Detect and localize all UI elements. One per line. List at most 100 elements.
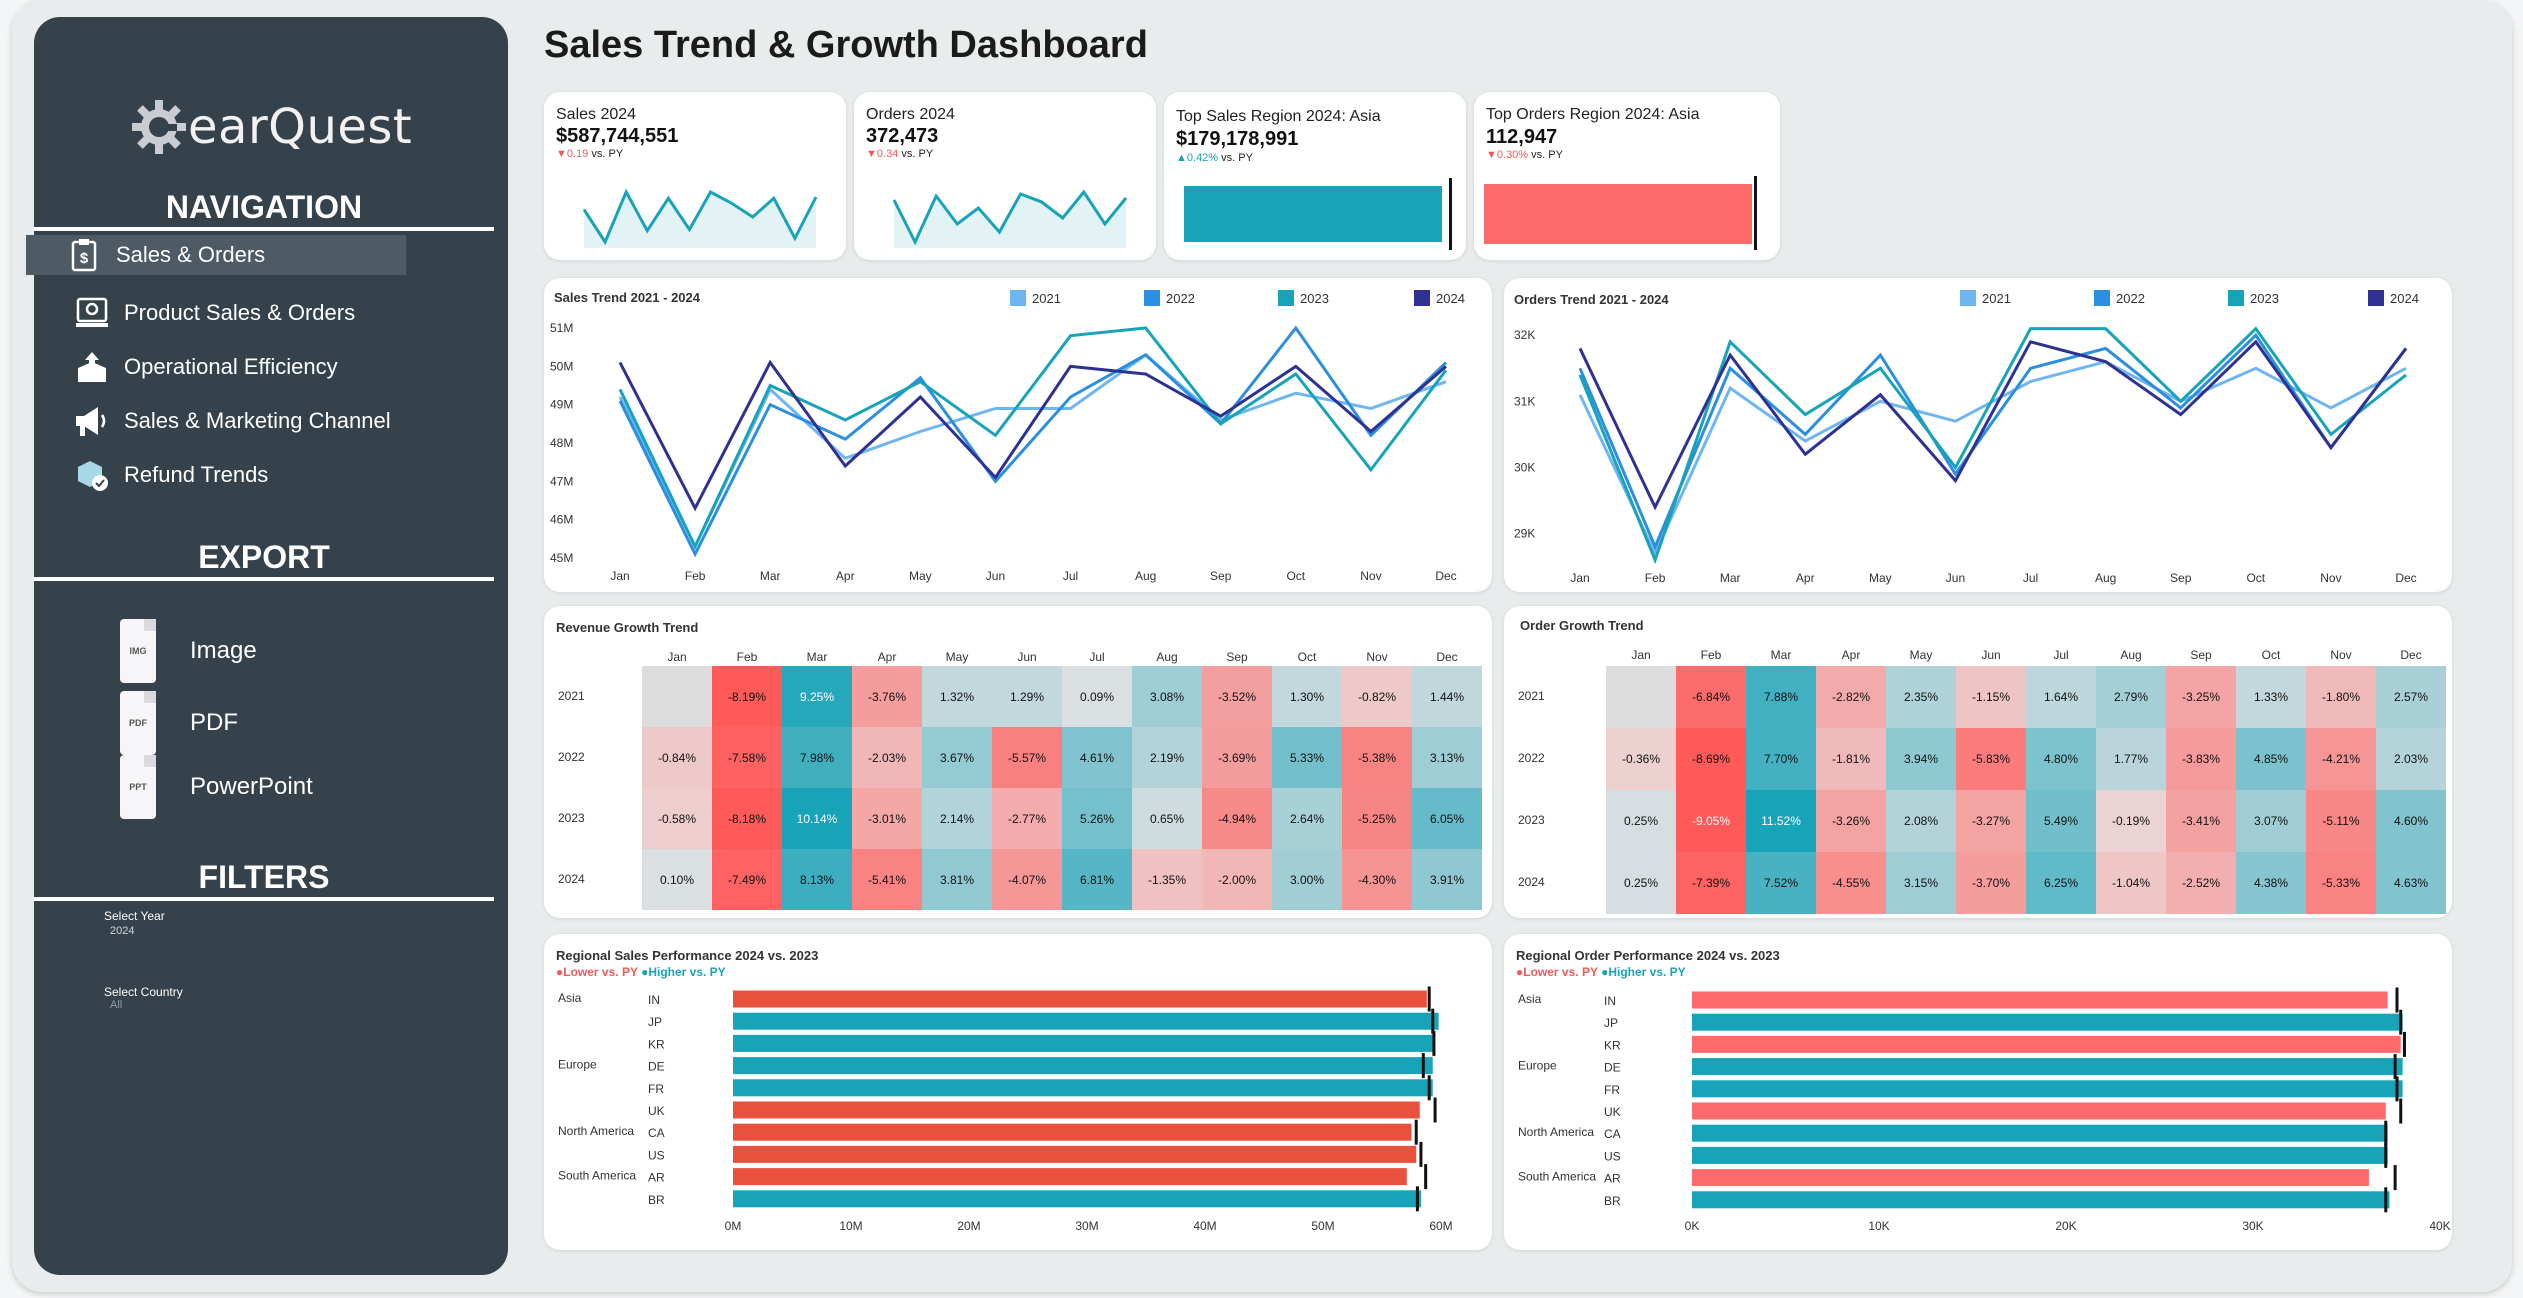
- y-tick-label: 30K: [1514, 460, 1535, 474]
- country-label: DE: [648, 1060, 665, 1074]
- heatmap-row-label: 2023: [1518, 813, 1545, 827]
- heatmap-cell: -8.19%: [712, 666, 782, 727]
- heatmap-row-label: 2022: [558, 749, 585, 764]
- country-label: UK: [648, 1104, 665, 1118]
- country-label: AR: [1604, 1172, 1621, 1186]
- x-tick-label: 10M: [839, 1219, 862, 1233]
- nav-label: Product Sales & Orders: [124, 300, 356, 325]
- country-label: CA: [648, 1126, 665, 1140]
- region-label: South America: [1518, 1170, 1596, 1184]
- heatmap-cell: -5.11%: [2306, 790, 2376, 852]
- heatmap-column-label: Mar: [1770, 648, 1792, 662]
- x-tick-label: 30K: [2242, 1219, 2263, 1233]
- nav-sales-marketing-channel[interactable]: Sales & Marketing Channel: [74, 401, 391, 441]
- y-tick-label: 50M: [550, 359, 573, 373]
- x-tick-label: Nov: [2320, 571, 2341, 585]
- heatmap-cell: 3.91%: [1412, 849, 1482, 910]
- country-label: DE: [1604, 1061, 1621, 1075]
- kpi-delta-value: 0.30%: [1496, 149, 1529, 161]
- heatmap-column-label: Aug: [2120, 648, 2142, 662]
- refund-icon: [74, 457, 110, 493]
- heatmap-cell: -1.15%: [1956, 666, 2026, 728]
- heatmap-cell: 0.65%: [1132, 788, 1202, 849]
- x-tick-label: Apr: [836, 569, 855, 583]
- legend-label: 2024: [1436, 291, 1465, 306]
- heatmap-cell: 2.08%: [1886, 790, 1956, 852]
- heatmap-cell: 2.79%: [2096, 666, 2166, 728]
- heatmap-column-label: Feb: [736, 650, 758, 664]
- y-tick-label: 47M: [550, 474, 573, 488]
- x-tick-label: Sep: [1210, 569, 1232, 583]
- x-tick-label: Mar: [760, 569, 781, 583]
- x-tick-label: 20M: [957, 1219, 980, 1233]
- year-filter-value[interactable]: 2024: [110, 925, 134, 937]
- nav-product-sales-orders[interactable]: Product Sales & Orders: [74, 293, 355, 333]
- x-tick-label: Aug: [1135, 569, 1156, 583]
- country-label: CA: [1604, 1127, 1621, 1141]
- heatmap-row-label: 2021: [1518, 689, 1545, 703]
- heatmap-cell: -3.69%: [1202, 727, 1272, 788]
- legend-label: 2021: [1032, 291, 1061, 306]
- prior-year-marker: [2395, 987, 2399, 1013]
- heatmap-cell: -8.18%: [712, 788, 782, 849]
- bar-IN: [733, 990, 1427, 1008]
- heatmap-cell: -2.52%: [2166, 852, 2236, 914]
- heatmap-cell: 0.09%: [1062, 666, 1132, 727]
- country-label: IN: [648, 993, 660, 1007]
- ppt-file-icon: PPT: [120, 755, 156, 819]
- filters-divider: [34, 897, 494, 901]
- x-tick-label: 20K: [2055, 1219, 2076, 1233]
- heatmap-cell: 0.10%: [642, 849, 712, 910]
- heatmap-cell: -9.05%: [1676, 790, 1746, 852]
- kpi-progress-bar: [1184, 186, 1443, 242]
- heatmap-cell: -1.35%: [1132, 849, 1202, 910]
- legend-label: 2022: [2116, 291, 2145, 306]
- x-tick-label: Feb: [685, 569, 706, 583]
- heatmap-cell: 0.25%: [1606, 852, 1676, 914]
- country-filter-value[interactable]: All: [110, 999, 122, 1011]
- kpi-sparkline: [892, 189, 1128, 248]
- heatmap-cell: -5.41%: [852, 849, 922, 910]
- heatmap-row-label: 2024: [1518, 875, 1545, 889]
- region-label: South America: [558, 1169, 636, 1183]
- prior-year-marker: [2384, 1120, 2388, 1146]
- export-pdf-button[interactable]: PDF PDF: [120, 691, 238, 755]
- brand-logo: earQuest: [130, 77, 412, 177]
- heatmap-cell: -8.69%: [1676, 728, 1746, 790]
- x-tick-label: 40M: [1193, 1219, 1216, 1233]
- region-label: Europe: [1518, 1059, 1557, 1073]
- sales-trend-chart: 45M 46M 47M 48M 49M 50M 51M Jan Feb Mar Apr May Jun J…: [550, 290, 1465, 583]
- x-tick-label: Jan: [1570, 571, 1589, 585]
- heatmap-cell: 2.35%: [1886, 666, 1956, 728]
- heatmap-column-label: Aug: [1156, 650, 1178, 664]
- heatmap-cell: 11.52%: [1746, 790, 1816, 852]
- export-image-button[interactable]: IMG Image: [120, 619, 257, 683]
- legend-label: 2021: [1982, 291, 2011, 306]
- heatmap-cell: -0.58%: [642, 788, 712, 849]
- heatmap-cell: -5.83%: [1956, 728, 2026, 790]
- product-icon: [74, 295, 110, 331]
- heatmap-cell: -1.04%: [2096, 852, 2166, 914]
- kpi-value: $179,178,991: [1176, 128, 1299, 150]
- down-arrow-icon: ▼: [1486, 149, 1497, 161]
- bar-AR: [733, 1168, 1407, 1186]
- heatmap-cell: 1.77%: [2096, 728, 2166, 790]
- region-label: Asia: [1518, 992, 1542, 1006]
- nav-refund-trends[interactable]: Refund Trends: [74, 455, 268, 495]
- series-line-2021: [1578, 360, 2407, 557]
- prior-year-marker: [1415, 1186, 1419, 1212]
- up-arrow-icon: ▲: [1176, 152, 1187, 164]
- country-label: US: [1604, 1149, 1621, 1163]
- bar-KR: [733, 1034, 1436, 1052]
- heatmap-cell: -4.94%: [1202, 788, 1272, 849]
- page-title: Sales Trend & Growth Dashboard: [544, 24, 1148, 66]
- heatmap-cell: -3.27%: [1956, 790, 2026, 852]
- legend-swatch: [1278, 290, 1294, 306]
- nav-sales-orders[interactable]: $ Sales & Orders: [26, 235, 406, 275]
- export-powerpoint-button[interactable]: PPT PowerPoint: [120, 755, 313, 819]
- country-label: KR: [1604, 1038, 1621, 1052]
- nav-operational-efficiency[interactable]: Operational Efficiency: [74, 347, 338, 387]
- heatmap-cell: -3.01%: [852, 788, 922, 849]
- x-tick-label: 40K: [2429, 1219, 2450, 1233]
- orders-trend-chart: 29K 30K 31K 32K Jan Feb Mar Apr May Jun Jul Aug Sep O…: [1514, 290, 2419, 585]
